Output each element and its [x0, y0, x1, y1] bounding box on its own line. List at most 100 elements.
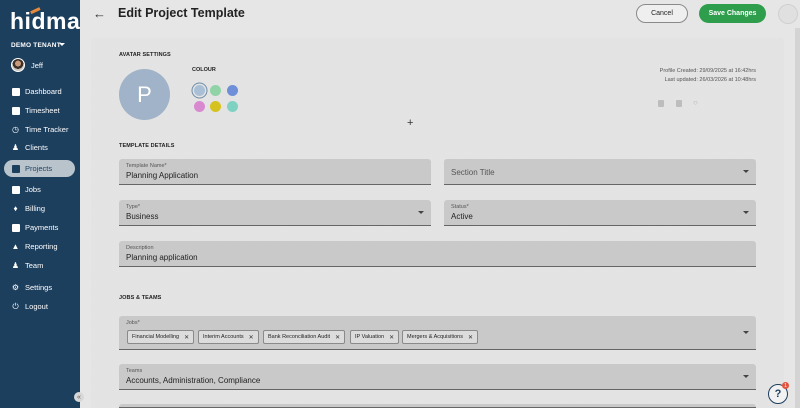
field-label: Teams [126, 368, 143, 374]
description-field[interactable]: Description Planning application [119, 241, 756, 267]
sidebar-item-team[interactable]: ♟ Team [4, 257, 75, 274]
chevron-down-icon [418, 211, 424, 214]
field-label: Jobs* [126, 320, 140, 326]
payments-icon [11, 223, 20, 232]
timesheet-icon [11, 106, 20, 115]
avatar-settings-heading: AVATAR SETTINGS [119, 52, 171, 58]
sidebar-item-label: Logout [25, 302, 48, 311]
back-arrow-icon[interactable]: ← [93, 6, 106, 21]
sidebar-item-jobs[interactable]: Jobs [4, 181, 75, 198]
last-updated-text: Last updated: 26/03/2026 at 10:48hrs [664, 77, 756, 83]
sidebar-item-timesheet[interactable]: Timesheet [4, 102, 75, 119]
sidebar-item-clients[interactable]: ♟ Clients [4, 139, 75, 156]
field-placeholder: Section Title [451, 168, 495, 177]
close-icon[interactable]: ✕ [249, 334, 254, 341]
sidebar-item-logout[interactable]: ⏻ Logout [4, 298, 75, 315]
sidebar-item-label: Billing [25, 204, 46, 213]
share-icon[interactable]: ○ [693, 98, 698, 107]
sidebar-item-label: Jobs [25, 185, 41, 194]
field-value: Planning application [126, 253, 198, 262]
cancel-button[interactable]: Cancel [636, 4, 688, 23]
clock-icon: ◷ [12, 124, 19, 134]
notification-badge: 1 [782, 382, 789, 389]
sidebar-item-payments[interactable]: Payments [4, 219, 75, 236]
job-chip[interactable]: Interim Accounts ✕ [198, 330, 259, 344]
sidebar-item-time-tracker[interactable]: ◷ Time Tracker [4, 121, 75, 138]
field-value: Accounts, Administration, Compliance [126, 376, 261, 385]
delete-icon[interactable] [658, 100, 664, 107]
type-select[interactable]: Type* Business [119, 200, 431, 226]
team-icon: ♟ [11, 260, 20, 270]
close-icon[interactable]: ✕ [389, 334, 394, 341]
job-chip[interactable]: Mergers & Acquisitions ✕ [402, 330, 478, 344]
jobs-icon [11, 185, 20, 194]
sidebar-item-label: Team [25, 261, 44, 270]
job-chip[interactable]: Financial Modelling ✕ [127, 330, 195, 344]
field-value: Active [451, 212, 473, 221]
colour-swatch-teal[interactable] [227, 101, 238, 112]
page-title: Edit Project Template [118, 6, 245, 20]
crosshair-cursor-icon: + [407, 117, 414, 129]
chevron-down-icon[interactable] [59, 43, 65, 46]
colour-swatch-green[interactable] [210, 85, 221, 96]
power-icon: ⏻ [12, 301, 19, 311]
field-value: Planning Application [126, 171, 199, 180]
scrollbar[interactable] [795, 28, 800, 408]
template-details-heading: TEMPLATE DETAILS [119, 143, 175, 149]
sidebar-item-label: Payments [25, 223, 59, 232]
section-title-select[interactable]: Section Title [444, 159, 756, 185]
jobs-teams-heading: JOBS & TEAMS [119, 295, 162, 301]
sidebar-item-reporting[interactable]: ▲ Reporting [4, 238, 75, 255]
user-profile[interactable]: Jeff [11, 58, 43, 72]
tenant-selector[interactable]: DEMO TENANT [11, 42, 61, 49]
close-icon[interactable]: ✕ [335, 334, 340, 341]
teams-select[interactable]: Teams Accounts, Administration, Complian… [119, 364, 756, 390]
chip-label: Financial Modelling [132, 334, 180, 340]
chevron-down-icon [743, 211, 749, 214]
colour-label: COLOUR [192, 67, 216, 73]
field-label: Type* [126, 204, 141, 210]
chip-label: IP Valuation [355, 334, 385, 340]
profile-created-text: Profile Created: 29/09/2025 at 16:42hrs [659, 68, 756, 74]
reporting-icon: ▲ [11, 241, 20, 251]
close-icon[interactable]: ✕ [468, 334, 473, 341]
avatar [11, 58, 25, 72]
gear-icon: ⚙ [11, 282, 20, 292]
chevron-down-icon [743, 375, 749, 378]
sidebar-item-label: Projects [25, 164, 53, 173]
job-chip[interactable]: Bank Reconciliation Audit ✕ [263, 330, 346, 344]
sidebar-item-settings[interactable]: ⚙ Settings [4, 279, 75, 296]
chip-label: Mergers & Acquisitions [407, 334, 463, 340]
app-logo[interactable]: hidma [10, 8, 80, 35]
save-button[interactable]: Save Changes [699, 4, 766, 23]
sidebar-item-label: Reporting [25, 242, 58, 251]
chevron-down-icon [743, 170, 749, 173]
avatar-preview: P [119, 69, 170, 120]
field-label: Description [126, 245, 154, 251]
clients-icon: ♟ [11, 142, 20, 152]
field-label: Template Name* [126, 163, 167, 169]
job-chip[interactable]: IP Valuation ✕ [350, 330, 400, 344]
collapse-sidebar-button[interactable]: « [74, 392, 84, 402]
chip-label: Bank Reconciliation Audit [268, 334, 331, 340]
template-name-field[interactable]: Template Name* Planning Application [119, 159, 431, 185]
sidebar-item-label: Dashboard [25, 87, 62, 96]
sidebar-item-label: Time Tracker [25, 125, 69, 134]
next-field[interactable] [119, 404, 756, 408]
colour-swatch-yellow[interactable] [210, 101, 221, 112]
sidebar-item-label: Clients [25, 143, 48, 152]
sidebar-item-billing[interactable]: ♦ Billing [4, 200, 75, 217]
sidebar-item-label: Timesheet [25, 106, 60, 115]
colour-swatch-pink[interactable] [194, 101, 205, 112]
sidebar-item-dashboard[interactable]: Dashboard [4, 83, 75, 100]
colour-swatch-blue-grey[interactable] [194, 85, 205, 96]
status-select[interactable]: Status* Active [444, 200, 756, 226]
colour-swatch-blue[interactable] [227, 85, 238, 96]
billing-icon: ♦ [13, 203, 18, 213]
sidebar-item-projects[interactable]: Projects [4, 160, 75, 177]
user-menu-button[interactable] [778, 4, 798, 24]
copy-icon[interactable] [676, 100, 682, 107]
close-icon[interactable]: ✕ [184, 334, 189, 341]
sidebar-item-label: Settings [25, 283, 53, 292]
chevron-down-icon [743, 331, 749, 334]
